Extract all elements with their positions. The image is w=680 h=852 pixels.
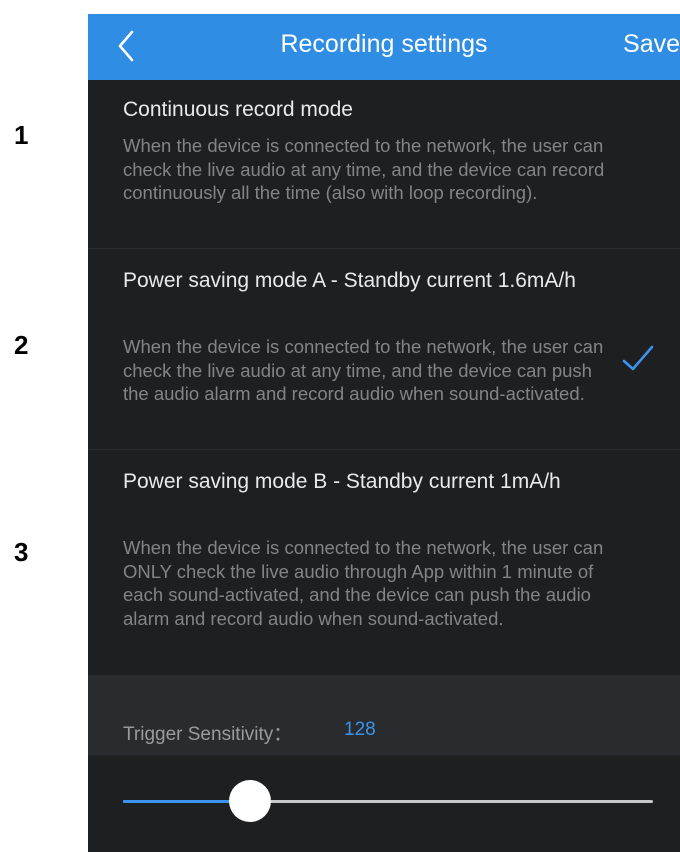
slider-thumb[interactable] bbox=[229, 780, 272, 822]
header-bar: Recording settings Save bbox=[88, 14, 680, 80]
section-divider bbox=[88, 675, 680, 697]
option-title: Continuous record mode bbox=[123, 98, 353, 121]
sensitivity-row: Trigger Sensitivity： 128 bbox=[88, 697, 680, 756]
recording-settings-screen: Recording settings Save Continuous recor… bbox=[88, 14, 680, 852]
option-continuous-record[interactable]: Continuous record mode When the device i… bbox=[88, 80, 680, 249]
annotation-3: 3 bbox=[14, 537, 29, 567]
option-title: Power saving mode A - Standby current 1.… bbox=[123, 269, 576, 292]
option-power-saving-a[interactable]: Power saving mode A - Standby current 1.… bbox=[88, 249, 680, 450]
sensitivity-slider[interactable] bbox=[88, 756, 680, 852]
checkmark-icon bbox=[622, 345, 654, 371]
sensitivity-label: Trigger Sensitivity： bbox=[123, 724, 293, 745]
annotation-1: 1 bbox=[14, 120, 29, 150]
sensitivity-value: 128 bbox=[344, 719, 376, 740]
option-title: Power saving mode B - Standby current 1m… bbox=[123, 470, 561, 493]
annotation-2: 2 bbox=[14, 330, 29, 360]
option-description: When the device is connected to the netw… bbox=[123, 537, 604, 629]
page-title: Recording settings bbox=[280, 30, 488, 58]
option-description: When the device is connected to the netw… bbox=[123, 135, 605, 203]
save-button[interactable]: Save bbox=[623, 30, 680, 59]
option-description: When the device is connected to the netw… bbox=[123, 336, 604, 404]
option-power-saving-b[interactable]: Power saving mode B - Standby current 1m… bbox=[88, 450, 680, 675]
